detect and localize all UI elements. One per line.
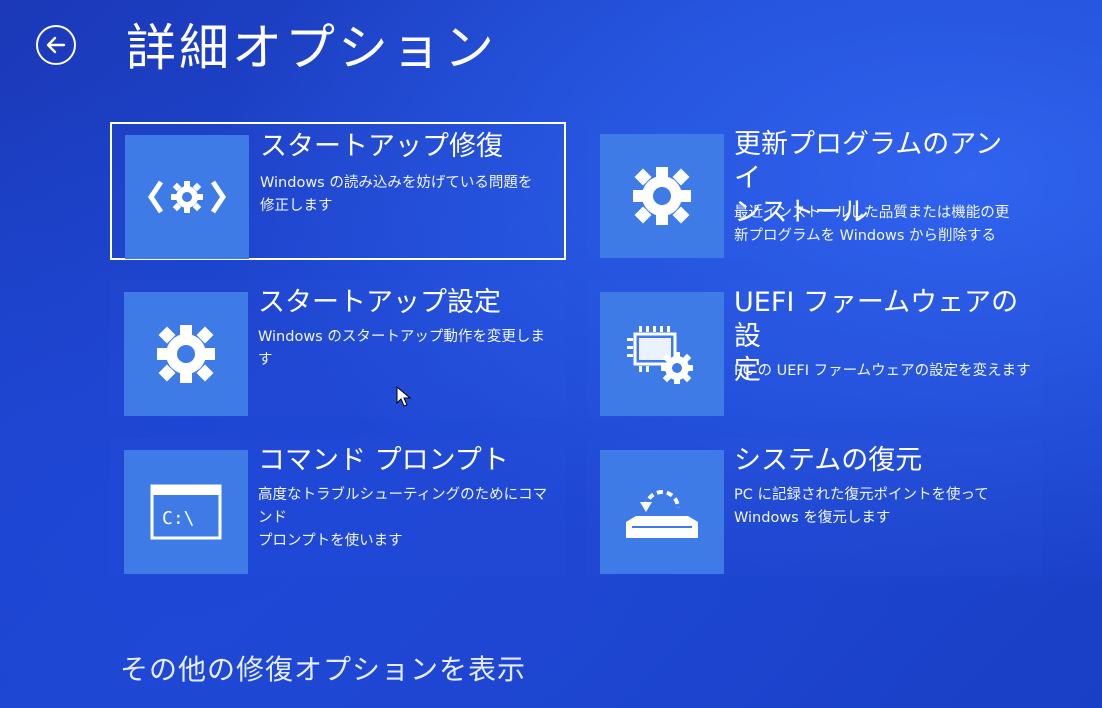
- command-prompt-icon: C:\: [150, 484, 222, 540]
- mouse-cursor-icon: [396, 386, 412, 407]
- option-title: スタートアップ修復: [260, 131, 503, 162]
- page-title: 詳細オプション: [126, 19, 497, 77]
- option-system-restore[interactable]: システムの復元 PC に記録された復元ポイントを使って Windows を復元し…: [586, 438, 1042, 576]
- option-tile: [600, 292, 724, 416]
- option-title: システムの復元: [734, 445, 923, 476]
- more-repair-options-link[interactable]: その他の修復オプションを表示: [120, 648, 526, 688]
- option-tile: [124, 292, 248, 416]
- option-description: PC の UEFI ファームウェアの設定を変えます: [734, 363, 1031, 379]
- option-description: 高度なトラブルシューティングのためにコマンド プロンプトを使います: [258, 487, 548, 549]
- option-title: スタートアップ設定: [258, 287, 501, 318]
- option-startup-settings[interactable]: スタートアップ設定 Windows のスタートアップ動作を変更しま す: [110, 280, 566, 418]
- option-tile: C:\: [124, 450, 248, 574]
- option-description: Windows の読み込みを妨げている問題を 修正します: [260, 175, 533, 214]
- option-tile: [600, 450, 724, 574]
- option-description: Windows のスタートアップ動作を変更しま す: [258, 329, 545, 368]
- svg-text:C:\: C:\: [162, 508, 195, 529]
- option-description: 最近インストールした品質または機能の更 新プログラムを Windows から削除…: [734, 205, 1010, 244]
- option-uninstall-updates[interactable]: 更新プログラムのアン イ ンストール 最近インストールした品質または機能の更 新…: [586, 122, 1042, 260]
- firmware-icon: [627, 326, 693, 384]
- option-uefi-firmware-settings[interactable]: UEFI ファームウェアの設 定 PC の UEFI ファームウェアの設定を変え…: [586, 280, 1042, 418]
- option-title: コマンド プロンプト: [258, 445, 509, 476]
- option-tile: [125, 135, 249, 259]
- system-restore-icon: [626, 490, 698, 538]
- option-startup-repair[interactable]: スタートアップ修復 Windows の読み込みを妨げている問題を 修正します: [110, 122, 566, 260]
- back-button[interactable]: [36, 25, 76, 65]
- back-arrow-icon: [46, 36, 66, 54]
- gear-icon: [633, 167, 691, 225]
- option-description: PC に記録された復元ポイントを使って Windows を復元します: [734, 487, 989, 526]
- option-tile: [600, 134, 724, 258]
- gear-icon: [157, 325, 215, 383]
- option-command-prompt[interactable]: C:\ コマンド プロンプト 高度なトラブルシューティングのためにコマンド プロ…: [110, 438, 566, 576]
- startup-repair-icon: [147, 180, 227, 214]
